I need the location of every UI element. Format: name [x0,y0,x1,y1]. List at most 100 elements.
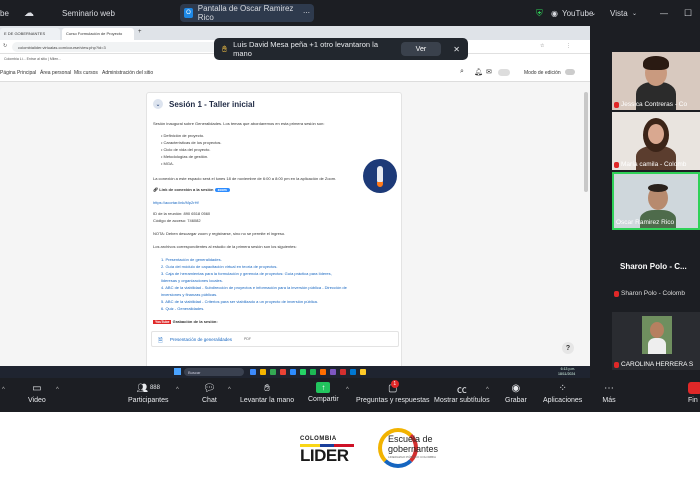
zoom-badge: zoom [214,188,230,192]
video-camera-icon: ▭ [32,382,42,394]
chat-button[interactable]: 💬︎ Chat [202,382,217,405]
nav-site-admin[interactable]: Administración del sitio [102,70,153,76]
taskbar-app-icon[interactable] [330,369,336,375]
chat-icon[interactable]: ✉ [486,68,492,76]
share-screen-button[interactable]: ↑ Compartir [308,382,339,403]
apps-button[interactable]: ⁘ Aplicaciones [543,382,582,405]
chevron-up-icon[interactable]: ^ [2,387,5,393]
taskbar-app-icon[interactable] [300,369,306,375]
maximize-icon[interactable]: ☐ [684,0,692,26]
qa-button[interactable]: ▢ 1 Preguntas y respuestas [356,380,430,404]
nav-home[interactable]: Página Principal [0,70,36,76]
participant-tile[interactable]: CAROLINA HERRERA S [612,312,700,370]
taskbar-app-icon[interactable] [290,369,296,375]
file-link[interactable]: 6. Quiz - Generalidades. [161,306,204,311]
end-button[interactable]: Fin [688,382,700,404]
taskbar-app-icon[interactable] [310,369,316,375]
screen-share-indicator[interactable]: O Pantalla de Oscar Ramirez Rico ⋯ [180,4,314,22]
collapse-chevron-icon[interactable]: ⌄ [153,99,163,109]
help-button[interactable]: ? [562,342,574,354]
record-icon: ◉ [511,382,521,394]
participant-tile[interactable]: María camila - Colomb [612,112,700,170]
raised-hand-icon: ✋︎ [222,43,228,54]
edit-mode-toggle[interactable] [565,69,575,75]
raise-hand-button[interactable]: ✋︎ Levantar la mano [240,382,294,405]
pdf-tag: PDF [244,337,251,341]
chevron-down-icon[interactable]: ⌄ [591,0,596,26]
menu-icon[interactable]: ⋮ [566,43,571,49]
mic-muted-icon [614,101,619,108]
youtube-label[interactable]: YouTube [562,0,593,26]
taskbar-clock[interactable]: 6:13 p.m. 18/11/2024 [558,367,575,377]
more-button[interactable]: ⋯ Más [602,382,616,405]
star-icon[interactable]: ☆ [540,43,544,49]
taskbar-app-icon[interactable] [340,369,346,375]
topic-item: • Metodologías de gestión. [161,154,209,159]
bell-icon[interactable]: 🔔︎ [474,68,483,76]
topic-item: • Ciclo de vida del proyecto. [161,147,211,152]
access-code: Código de acceso: 746082 [153,218,201,223]
share-label: Pantalla de Oscar Ramirez Rico [197,4,294,22]
taskbar-app-icon[interactable] [270,369,276,375]
file-link[interactable]: 3. Caja de herramientas para la formulac… [161,271,332,276]
nav-personal-area[interactable]: Área personal [40,70,71,76]
search-icon[interactable]: ⌕ [460,68,464,76]
chevron-up-icon[interactable]: ^ [176,387,179,393]
subtitles-button[interactable]: ㏄ Mostrar subtítulos [434,382,490,405]
record-button[interactable]: ◉ Grabar [505,382,527,405]
chevron-up-icon[interactable]: ^ [486,387,489,393]
shield-icon[interactable]: ⛨ [536,0,543,26]
windows-start-icon[interactable] [174,368,181,375]
nav-my-courses[interactable]: Mis cursos [74,70,98,76]
participant-tile[interactable]: Jessica Contreras - Co [612,52,700,110]
new-tab-icon[interactable]: + [138,29,142,35]
avatar[interactable] [498,69,510,76]
reload-icon[interactable]: ↻ [3,43,7,49]
view-label[interactable]: Vista [610,0,628,26]
close-icon[interactable]: ✕ [453,45,460,54]
participant-name: Sharon Polo - Colomb [614,290,685,297]
page-scrollbar[interactable] [584,92,588,192]
apps-icon: ⁘ [558,382,567,394]
taskbar-app-icon[interactable] [350,369,356,375]
participants-button[interactable]: 👥︎ 888 Participantes [128,382,168,405]
mic-muted-icon [614,290,619,297]
pdf-link[interactable]: Presentación de generalidades [170,337,232,342]
taskbar-search[interactable]: Buscar [184,368,244,376]
files-intro: Los archivos correspondientes al estudio… [153,244,297,249]
video-button[interactable]: ▭ Video [28,382,46,405]
minimize-icon[interactable]: — [660,0,668,26]
taskbar-app-icon[interactable] [360,369,366,375]
more-options-icon[interactable]: ⋯ [303,9,310,17]
hand-icon: ✋︎ [264,382,270,394]
taskbar-app-icon[interactable] [320,369,326,375]
browser-tab-active[interactable]: Curso Formulación de Proyecto [62,28,134,40]
file-link[interactable]: inversiones y finanzas públicas. [161,292,217,297]
participant-tile-speaking[interactable]: Oscar Ramirez Rico [612,172,700,230]
file-link[interactable]: 2. Guía del módulo de capacitación virtu… [161,264,278,269]
chevron-up-icon[interactable]: ^ [56,387,59,393]
taskbar-app-icon[interactable] [260,369,266,375]
file-link[interactable]: lideresas y organizaciones locales. [161,278,223,283]
app-label: be [0,8,9,18]
escuela-gobernantes-logo: Escuela de gobernantes LIDERAZGO PÚBLICO… [378,428,468,472]
chevron-up-icon[interactable]: ^ [228,387,231,393]
raise-hand-notification: ✋︎ Luis David Mesa peña +1 otro levantar… [214,38,468,60]
taskbar-app-icon[interactable] [250,369,256,375]
taskbar-app-icon[interactable] [280,369,286,375]
file-link[interactable]: 4. ABC de la viabilidad - Subdirección d… [161,285,347,290]
file-link[interactable]: 5. ABC de la viabilidad - Criterios para… [161,299,318,304]
participant-gallery: Jessica Contreras - Co María camila - Co… [590,26,700,378]
chevron-down-icon[interactable]: ⌄ [632,0,637,26]
participant-tile-no-video[interactable]: Sharon Polo - C... Sharon Polo - Colomb [612,252,700,310]
connection-link[interactable]: https://acortar.link/Mp2rHf [153,200,199,205]
view-button[interactable]: Ver [400,42,442,56]
chevron-up-icon[interactable]: ^ [346,387,349,393]
browser-tab[interactable]: E DE GOBERNANTES [0,28,60,40]
file-link[interactable]: 1. Presentación de generalidades. [161,257,222,262]
participant-name: Jessica Contreras - Co [614,101,687,108]
pdf-resource[interactable]: 🗎︎ Presentación de generalidades PDF [151,331,399,347]
participant-display-name: Sharon Polo - C... [620,262,687,271]
topic-item: • Características de los proyectos. [161,140,222,145]
shared-screen: E DE GOBERNANTES Curso Formulación de Pr… [0,26,590,378]
